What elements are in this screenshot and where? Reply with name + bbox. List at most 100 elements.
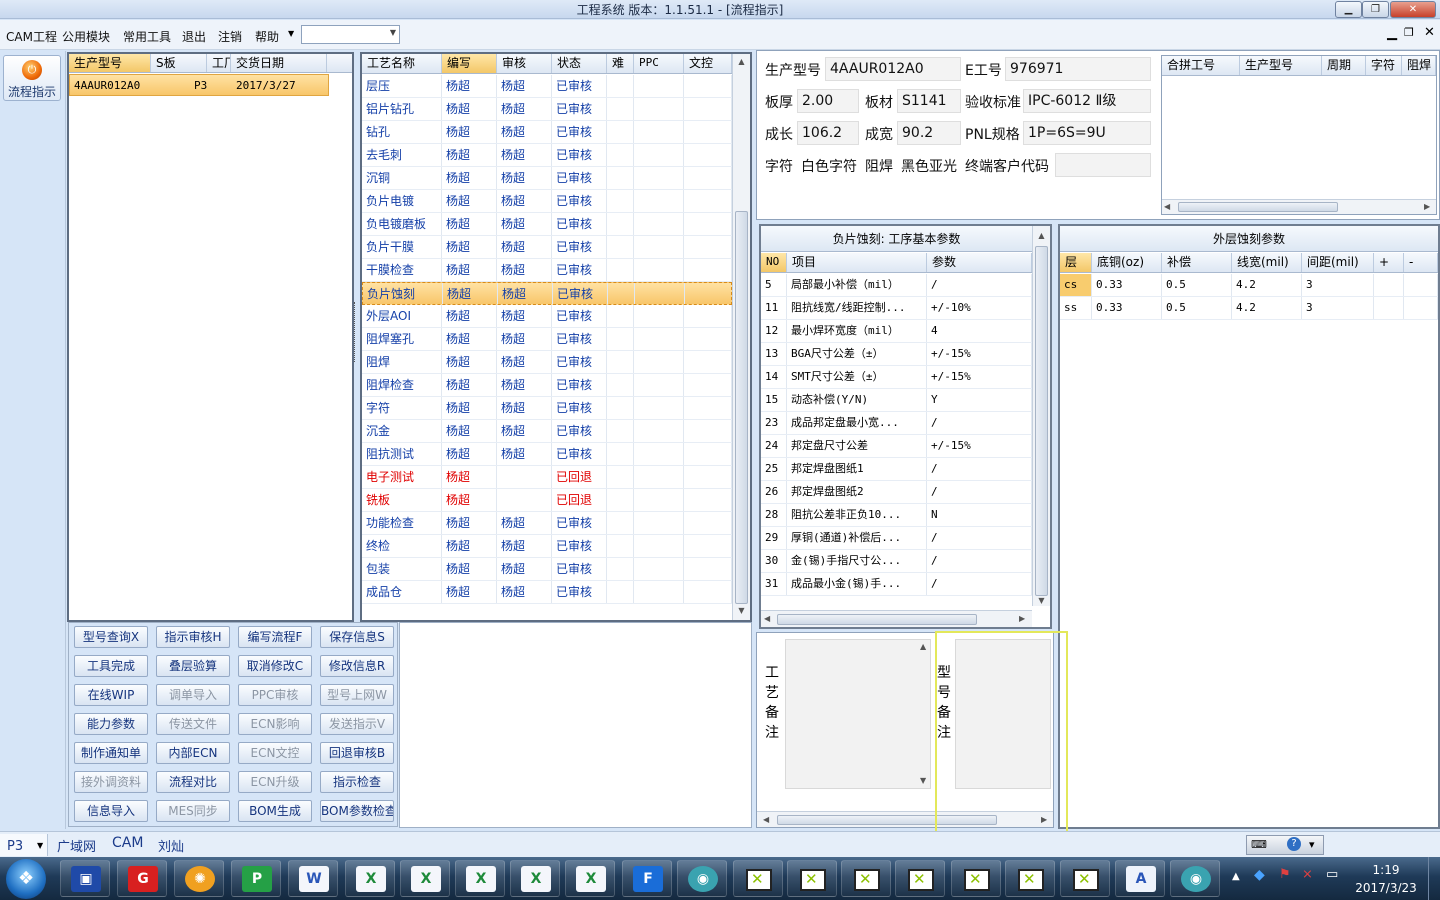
scroll-right-icon[interactable]: ▶ [1424,202,1430,211]
keyboard-icon[interactable]: ⌨ [1251,838,1267,851]
col-compensation[interactable]: 补偿 [1162,253,1232,272]
pnl-field[interactable]: 1P=6S=9U [1023,121,1151,145]
merge-scroll-thumb[interactable] [1178,202,1338,212]
taskbar-eye-app[interactable]: ◉ [677,860,727,897]
action-button[interactable]: 流程对比 [156,771,230,793]
action-button[interactable]: BOM参数检查 [320,800,394,822]
model-row[interactable]: 4AAUR012A0 P3 2017/3/27 [69,74,329,96]
tray-network-icon[interactable]: ⨯ [1302,867,1313,882]
customer-field[interactable] [1055,153,1151,177]
help-dropdown-icon[interactable]: ▼ [288,29,294,38]
col-reviewer[interactable]: 审核 [497,54,552,73]
help-icon[interactable]: ? [1287,837,1301,851]
basic-params-hscroll-thumb[interactable] [777,614,977,625]
minimize-button[interactable]: ▁ [1335,1,1362,18]
model-notes-field[interactable] [955,639,1051,789]
scroll-left-icon[interactable]: ◀ [764,614,770,623]
basic-params-vscroll[interactable]: ▲ ▼ [1032,226,1050,606]
standard-field[interactable]: IPC-6012 Ⅱ级 [1023,89,1151,113]
mdi-restore-icon[interactable]: ❐ [1404,26,1414,39]
process-row[interactable]: 阻抗测试 杨超 杨超 已审核 [362,443,732,466]
action-button[interactable]: 取消修改C [238,655,312,677]
taskbar-g-app[interactable]: G [117,860,167,897]
menu-cam[interactable]: CAM工程 [6,28,57,45]
param-row[interactable]: 26 邦定焊盘图纸2/ [761,481,1032,504]
menu-common-tools[interactable]: 常用工具 [123,28,171,45]
action-button[interactable]: 型号上网W [320,684,394,706]
col-base-copper[interactable]: 底铜(oz) [1092,253,1162,272]
close-button[interactable]: ✕ [1390,1,1436,18]
tray-expand-icon[interactable]: ▲ [1232,871,1240,882]
col-delivery-date[interactable]: 交货日期 [231,54,327,72]
outer-param-row[interactable]: ss 0.33 0.5 4.2 3 [1060,297,1438,320]
process-row[interactable]: 外层AOI 杨超 杨超 已审核 [362,305,732,328]
taskbar-cat-app[interactable]: ◉ [1170,860,1220,897]
action-button[interactable]: 信息导入 [74,800,148,822]
col-merge-mask[interactable]: 阻焊 [1402,56,1436,75]
process-row[interactable]: 终检 杨超 杨超 已审核 [362,535,732,558]
start-button[interactable]: ❖ [6,859,46,899]
process-row[interactable]: 阻焊塞孔 杨超 杨超 已审核 [362,328,732,351]
action-button[interactable]: 编写流程F [238,626,312,648]
process-row[interactable]: 钻孔 杨超 杨超 已审核 [362,121,732,144]
param-row[interactable]: 23 成品邦定盘最小宽... / [761,412,1032,435]
process-row[interactable]: 铣板 杨超 已回退 [362,489,732,512]
process-row[interactable]: 铝片钻孔 杨超 杨超 已审核 [362,98,732,121]
col-model[interactable]: 生产型号 [69,54,151,72]
scroll-down-icon[interactable]: ▼ [1033,596,1050,605]
taskbar-shell-app[interactable]: ✺ [174,860,224,897]
process-row[interactable]: 字符 杨超 杨超 已审核 [362,397,732,420]
process-row[interactable]: 成品仓 杨超 杨超 已审核 [362,581,732,604]
flow-instruction-button[interactable]: ⏻ 流程指示 [3,55,61,101]
action-button[interactable]: 回退审核B [320,742,394,764]
taskbar-p-app[interactable]: P [231,860,281,897]
basic-params-hscroll[interactable]: ◀ ▶ [761,610,1032,627]
col-writer[interactable]: 编写 [442,54,497,73]
menu-logout[interactable]: 注销 [218,28,242,45]
col-merge-cycle[interactable]: 周期 [1322,56,1366,75]
taskbar-word[interactable]: W [288,860,338,897]
process-row[interactable]: 沉金 杨超 杨超 已审核 [362,420,732,443]
param-row[interactable]: 29 厚铜(通道)补偿后... / [761,527,1032,550]
process-row[interactable]: 阻焊检查 杨超 杨超 已审核 [362,374,732,397]
col-doc-control[interactable]: 文控 [684,54,732,73]
taskbar-save-app[interactable]: ▣ [60,860,110,897]
process-row[interactable]: 干膜检查 杨超 杨超 已审核 [362,259,732,282]
param-row[interactable]: 28 阻抗公差非正负10... N [761,504,1032,527]
process-row[interactable]: 层压 杨超 杨超 已审核 [362,75,732,98]
process-row[interactable]: 负片蚀刻 杨超 杨超 已审核 [362,282,733,305]
action-button[interactable]: 制作通知单 [74,742,148,764]
scroll-right-icon[interactable]: ▶ [1041,815,1047,824]
col-spacing[interactable]: 间距(mil) [1302,253,1374,272]
param-row[interactable]: 24 邦定盘尺寸公差 +/-15% [761,435,1032,458]
col-merge-model[interactable]: 生产型号 [1240,56,1322,75]
scroll-right-icon[interactable]: ▶ [1019,614,1025,623]
col-status[interactable]: 状态 [552,54,607,73]
param-row[interactable]: 5 局部最小补偿（mil） / [761,274,1032,297]
col-s-board[interactable]: S板 [151,54,207,72]
action-button[interactable]: ECN升级 [238,771,312,793]
action-button[interactable]: BOM生成 [238,800,312,822]
param-row[interactable]: 13 BGA尺寸公差（±） +/-15% [761,343,1032,366]
taskbar-x-window-2[interactable] [787,860,837,897]
process-row[interactable]: 包装 杨超 杨超 已审核 [362,558,732,581]
taskbar-excel-1[interactable]: X [345,860,395,897]
taskbar-excel-4[interactable]: X [510,860,560,897]
clock-date[interactable]: 2017/3/23 [1350,881,1422,895]
notes-hscroll[interactable]: ◀ ▶ [757,811,1053,827]
col-no[interactable]: NO [761,253,787,272]
length-field[interactable]: 106.2 [797,121,859,145]
tray-app-icon[interactable]: ◆ [1254,867,1265,883]
param-row[interactable]: 15 动态补偿(Y/N) Y [761,389,1032,412]
taskbar-x-window-7[interactable] [1060,860,1110,897]
param-row[interactable]: 31 成品最小金(锡)手... / [761,573,1032,596]
scroll-left-icon[interactable]: ◀ [1164,202,1170,211]
param-row[interactable]: 14 SMT尺寸公差（±） +/-15% [761,366,1032,389]
col-param[interactable]: 参数 [927,253,1032,272]
process-row[interactable]: 阻焊 杨超 杨超 已审核 [362,351,732,374]
process-row[interactable]: 负片电镀 杨超 杨超 已审核 [362,190,732,213]
material-field[interactable]: S1141 [897,89,961,113]
col-merge-ework[interactable]: 合拼工号 [1162,56,1240,75]
col-minus[interactable]: - [1404,253,1438,272]
scroll-up-icon[interactable]: ▲ [733,57,750,66]
